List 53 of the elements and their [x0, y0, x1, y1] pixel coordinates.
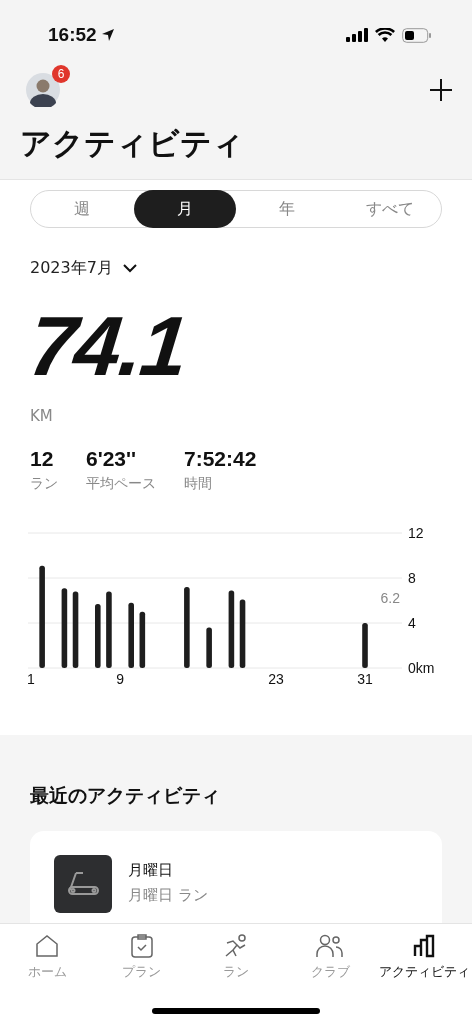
stat-label: 時間	[184, 475, 213, 493]
stat-value: 6'23''	[86, 447, 138, 471]
add-icon[interactable]	[430, 79, 452, 101]
tab-bar-item[interactable]: クラブ	[283, 924, 378, 1024]
stat-label: 平均ペース	[86, 475, 156, 493]
y-axis-label: 0km	[408, 660, 435, 676]
segment-tab[interactable]: 月	[133, 190, 236, 228]
x-axis-label: 1	[27, 671, 35, 686]
page-title: アクティビティ	[20, 124, 245, 163]
y-axis-label: 12	[408, 525, 424, 541]
treadmill-icon	[66, 871, 100, 897]
x-axis-label: 23	[268, 671, 284, 686]
x-axis-label: 9	[116, 671, 124, 686]
chart-bar	[362, 623, 368, 668]
signal-icon	[346, 28, 368, 42]
section-heading: 最近のアクティビティ	[30, 783, 220, 808]
stat-value: 7:52:42	[184, 447, 257, 471]
chart-bar	[139, 611, 146, 668]
tab-bar-item[interactable]: プラン	[94, 924, 189, 1024]
tab-bar-item[interactable]: ラン	[188, 924, 284, 1024]
notification-badge: 6	[52, 65, 70, 83]
chart-bar	[128, 602, 134, 668]
distance-unit: KM	[30, 407, 53, 425]
y-axis-label: 8	[408, 570, 416, 586]
period-dropdown[interactable]: 2023年7月	[30, 258, 137, 279]
wifi-icon	[375, 28, 395, 42]
tab-bar-item[interactable]: ホーム	[0, 924, 95, 1024]
avatar[interactable]	[26, 73, 60, 107]
stat-value: 12	[30, 447, 55, 471]
y-axis-label: 4	[408, 615, 416, 631]
segment-tab[interactable]: 年	[236, 190, 339, 228]
activity-subtitle: 月曜日 ラン	[128, 886, 208, 905]
chart-bar	[239, 599, 246, 668]
total-distance: 74.1	[25, 301, 191, 391]
average-label: 6.2	[380, 589, 400, 606]
people-icon	[316, 934, 345, 958]
clipboard-check-icon	[129, 934, 154, 958]
location-arrow-icon	[100, 28, 115, 42]
x-axis-label: 31	[357, 671, 373, 686]
battery-icon	[402, 27, 432, 43]
runner-icon	[223, 934, 249, 958]
activity-title: 月曜日	[128, 861, 174, 880]
stat-label: ラン	[30, 475, 58, 493]
segment-tab[interactable]: 週	[31, 190, 134, 228]
activity-card[interactable]: 月曜日 月曜日 ラン	[30, 831, 442, 923]
chart-bar	[206, 627, 212, 668]
segment-tab[interactable]: すべて	[338, 190, 441, 228]
chevron-down-icon	[122, 264, 137, 273]
home-icon	[35, 934, 60, 958]
status-time: 16:52	[48, 24, 97, 46]
chart-bar	[95, 603, 101, 668]
bar-chart-icon	[412, 934, 437, 958]
tab-bar-item[interactable]: アクティビティ	[377, 924, 472, 1024]
